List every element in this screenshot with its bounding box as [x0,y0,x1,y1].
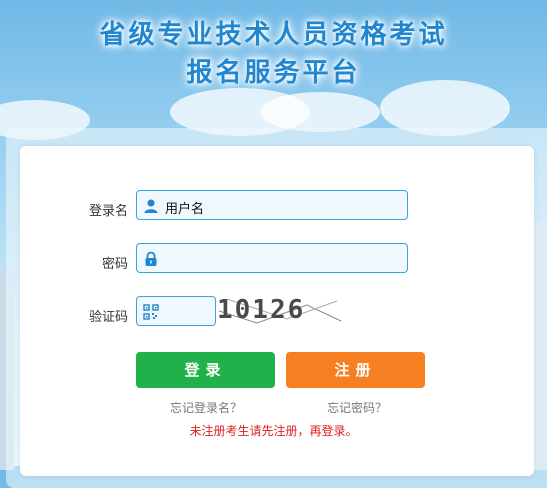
page-title: 省级专业技术人员资格考试 [99,20,448,50]
user-icon [144,199,158,213]
forgot-username-link[interactable]: 忘记登录名？ [170,399,242,416]
captcha-label: 验证码 [88,310,128,325]
page-subtitle: 报名服务平台 [186,58,361,88]
password-label: 密码 [101,257,128,272]
lock-icon [145,251,157,266]
captcha-image[interactable]: 10126 [217,293,343,329]
qrcode-icon [143,304,159,320]
username-label: 登录名 [88,204,128,219]
username-input-value: 用户名 [165,202,205,217]
register-notice: 未注册考生请先注册，再登录。 [189,424,358,438]
username-field[interactable]: 用户名 [136,190,408,220]
login-button[interactable]: 登录 [136,352,275,388]
captcha-code: 10126 [217,295,306,325]
password-field[interactable] [136,243,408,273]
forgot-password-link[interactable]: 忘记密码？ [327,399,387,416]
captcha-field[interactable] [136,296,216,326]
register-button[interactable]: 注册 [286,352,425,388]
